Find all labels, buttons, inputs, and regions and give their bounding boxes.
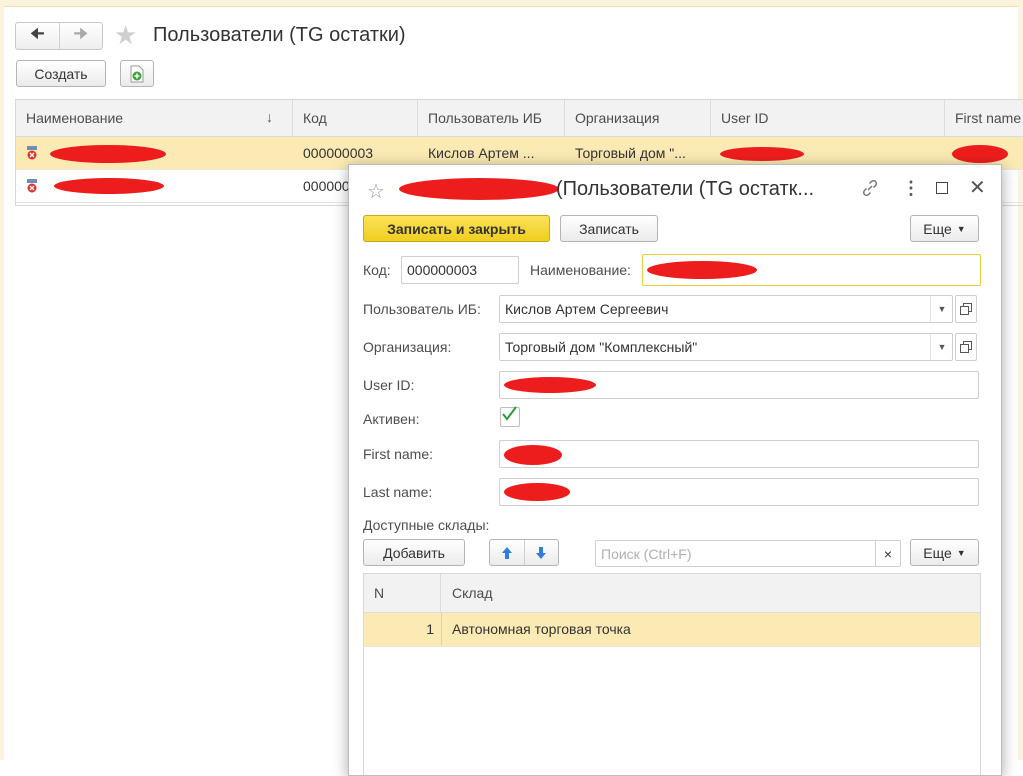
arrow-left-icon: 🠈	[29, 25, 45, 43]
move-up-button[interactable]	[490, 540, 525, 565]
top-strip	[0, 0, 1023, 7]
star-icon[interactable]: ☆	[367, 179, 385, 204]
left-strip	[0, 6, 4, 760]
more-icon[interactable]: ⋮	[902, 178, 920, 199]
user-id-field[interactable]	[499, 371, 979, 399]
back-button[interactable]: 🠈	[16, 23, 59, 49]
column-header-warehouse[interactable]: Склад	[442, 574, 493, 612]
redacted-first-name-value	[504, 445, 562, 465]
code-label: Код:	[363, 262, 391, 278]
chevron-down-icon[interactable]: ▼	[930, 296, 952, 322]
column-header-code[interactable]: Код	[293, 100, 418, 136]
ib-user-field[interactable]: Кислов Артем Сергеевич ▼	[499, 295, 953, 323]
open-organization-button[interactable]	[955, 333, 977, 361]
checkmark-icon	[502, 406, 517, 421]
column-header-user-id[interactable]: User ID	[711, 100, 945, 136]
active-label: Активен:	[363, 411, 420, 427]
nav-button-group: 🠈 🠊	[15, 22, 103, 50]
link-icon[interactable]	[860, 178, 880, 198]
open-form-icon	[960, 341, 972, 353]
save-and-close-button[interactable]: Записать и закрыть	[363, 215, 550, 242]
table-row[interactable]: 1 Автономная торговая точка	[364, 613, 980, 647]
column-header-first-name[interactable]: First name	[945, 100, 1023, 136]
active-checkbox[interactable]	[500, 406, 520, 427]
redacted-name-value	[647, 261, 757, 279]
code-field[interactable]: 000000003	[401, 256, 519, 284]
arrow-up-icon	[501, 546, 512, 559]
name-label: Наименование:	[530, 262, 631, 278]
arrow-right-icon: 🠊	[73, 25, 89, 43]
chevron-down-icon: ▼	[956, 223, 966, 234]
redacted-name	[50, 145, 166, 163]
add-warehouse-button[interactable]: Добавить	[363, 539, 465, 566]
sort-arrow-icon[interactable]: ↓	[266, 109, 273, 125]
column-header-name[interactable]: Наименование	[16, 100, 293, 136]
create-button[interactable]: Создать	[16, 60, 106, 87]
ib-user-label: Пользователь ИБ:	[363, 301, 481, 317]
more-actions-button[interactable]: Еще ▼	[910, 215, 979, 242]
marked-deleted-icon	[27, 146, 37, 160]
cell-warehouse-name: Автономная торговая точка	[452, 621, 631, 637]
page-title: Пользователи (TG остатки)	[153, 24, 406, 46]
warehouses-table: N Склад 1 Автономная торговая точка	[363, 573, 981, 775]
move-buttons-group	[489, 539, 559, 566]
close-icon[interactable]: ✕	[969, 175, 986, 200]
create-button-label: Создать	[34, 65, 88, 82]
table-header: N Склад	[364, 574, 980, 613]
column-header-ib-user[interactable]: Пользователь ИБ	[418, 100, 565, 136]
save-button[interactable]: Записать	[560, 215, 658, 242]
chevron-down-icon[interactable]: ▼	[930, 334, 952, 360]
table-header: Наименование ↓ Код Пользователь ИБ Орган…	[16, 100, 1023, 137]
column-header-organization[interactable]: Организация	[565, 100, 711, 136]
first-name-label: First name:	[363, 446, 434, 462]
redacted-last-name-value	[504, 483, 570, 501]
redacted-user-id-value	[504, 377, 596, 393]
add-copy-button[interactable]	[120, 60, 154, 87]
last-name-label: Last name:	[363, 484, 433, 500]
maximize-icon[interactable]	[936, 182, 948, 194]
star-icon[interactable]: ★	[114, 22, 137, 48]
warehouses-more-button[interactable]: Еще ▼	[910, 539, 979, 566]
warehouses-section-label: Доступные склады:	[363, 517, 490, 533]
dialog-title: (Пользователи (TG остатк...	[556, 178, 815, 200]
redacted-dialog-title	[399, 178, 559, 200]
column-divider	[441, 613, 442, 646]
clear-icon: ×	[883, 545, 893, 562]
arrow-down-icon	[536, 546, 547, 559]
chevron-down-icon: ▼	[956, 547, 966, 558]
warehouse-search-input[interactable]: Поиск (Ctrl+F)	[595, 540, 901, 567]
column-header-n[interactable]: N	[364, 574, 441, 612]
first-name-field[interactable]	[499, 440, 979, 468]
add-green-icon	[130, 65, 144, 82]
user-edit-dialog: ☆ (Пользователи (TG остатк... ⋮ ✕ Записа…	[348, 164, 1002, 776]
redacted-first-name	[952, 145, 1008, 163]
organization-label: Организация:	[363, 339, 452, 355]
open-form-icon	[960, 303, 972, 315]
last-name-field[interactable]	[499, 478, 979, 506]
cell-n: 1	[426, 621, 434, 637]
marked-deleted-icon	[27, 179, 37, 193]
redacted-name	[54, 178, 164, 194]
clear-search-button[interactable]: ×	[875, 540, 901, 567]
open-ib-user-button[interactable]	[955, 295, 977, 323]
cell-code: 000000	[303, 178, 350, 194]
user-id-label: User ID:	[363, 377, 415, 393]
forward-button[interactable]: 🠊	[58, 23, 103, 49]
move-down-button[interactable]	[525, 540, 559, 565]
name-field[interactable]	[642, 254, 981, 286]
redacted-user-id	[720, 147, 804, 161]
organization-field[interactable]: Торговый дом "Комплексный" ▼	[499, 333, 953, 361]
